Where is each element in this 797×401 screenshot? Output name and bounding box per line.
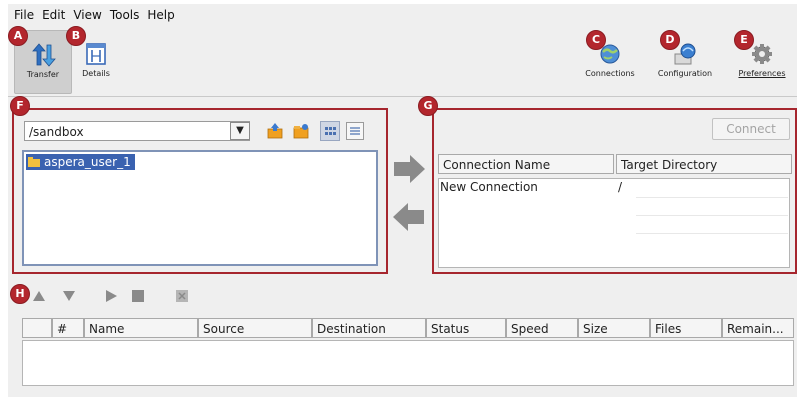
list-view-icon (350, 127, 360, 135)
list-item-label: aspera_user_1 (44, 155, 131, 169)
local-file-list[interactable]: aspera_user_1 (22, 150, 378, 266)
transfer-queue-table (22, 340, 794, 386)
gear-icon (749, 42, 775, 66)
connect-button[interactable]: Connect (712, 118, 790, 140)
column-size[interactable]: Size (578, 318, 650, 338)
move-up-icon[interactable] (32, 290, 46, 302)
connections-label: Connections (585, 69, 635, 78)
configuration-label: Configuration (657, 69, 713, 78)
target-directory-cell[interactable]: / (618, 180, 622, 194)
move-down-icon[interactable] (62, 290, 76, 302)
details-icon (83, 42, 109, 66)
play-icon[interactable] (104, 289, 118, 303)
transfer-label: Transfer (26, 70, 60, 79)
details-label: Details (82, 69, 110, 78)
local-path-value: /sandbox (29, 125, 84, 139)
menu-file[interactable]: File (8, 8, 38, 22)
download-arrow-icon[interactable] (392, 202, 426, 232)
menu-bar: File Edit View Tools Help (8, 4, 797, 26)
list-item[interactable]: aspera_user_1 (26, 154, 135, 170)
table-gridline (636, 197, 788, 198)
preferences-label-text: Preferences (738, 69, 786, 78)
table-gridline (636, 215, 788, 216)
connection-name-cell[interactable]: New Connection (440, 180, 538, 194)
column-checkbox[interactable] (22, 318, 52, 338)
toolbar-separator (8, 96, 797, 97)
new-folder-icon (293, 124, 309, 139)
upload-arrow-icon[interactable] (392, 154, 426, 184)
chevron-down-icon[interactable]: ▼ (230, 122, 250, 140)
callout-b-badge: B (66, 26, 86, 46)
transfer-icon (30, 43, 56, 67)
folder-up-icon (267, 123, 283, 139)
callout-f-badge: F (10, 96, 30, 116)
column-status[interactable]: Status (426, 318, 506, 338)
table-gridline (636, 233, 788, 234)
column-remaining[interactable]: Remain... (722, 318, 794, 338)
callout-a-badge: A (8, 26, 28, 46)
callout-g-badge: G (418, 96, 438, 116)
callout-h-badge: H (10, 284, 30, 304)
column-speed[interactable]: Speed (506, 318, 578, 338)
menu-help[interactable]: Help (143, 8, 178, 22)
folder-icon (28, 157, 40, 167)
column-name[interactable]: Name (84, 318, 198, 338)
menu-view[interactable]: View (69, 8, 105, 22)
menu-tools[interactable]: Tools (106, 8, 144, 22)
menu-edit[interactable]: Edit (38, 8, 69, 22)
stop-icon[interactable] (132, 290, 144, 302)
new-folder-button[interactable] (292, 122, 310, 140)
column-number[interactable]: # (52, 318, 84, 338)
app-window: File Edit View Tools Help Transfer Detai… (8, 4, 797, 397)
grid-view-icon (325, 127, 336, 135)
column-source[interactable]: Source (198, 318, 312, 338)
icon-view-button[interactable] (320, 121, 340, 141)
local-path-combo[interactable]: /sandbox (24, 121, 250, 141)
column-files[interactable]: Files (650, 318, 722, 338)
callout-e-badge: E (734, 30, 754, 50)
callout-d-badge: D (660, 30, 680, 50)
remove-icon[interactable] (176, 290, 188, 302)
column-connection-name[interactable]: Connection Name (438, 154, 614, 174)
callout-c-badge: C (586, 30, 606, 50)
column-target-directory[interactable]: Target Directory (616, 154, 792, 174)
folder-up-button[interactable] (266, 122, 284, 140)
preferences-label: Preferences (730, 69, 794, 78)
list-view-button[interactable] (346, 122, 364, 140)
column-destination[interactable]: Destination (312, 318, 426, 338)
